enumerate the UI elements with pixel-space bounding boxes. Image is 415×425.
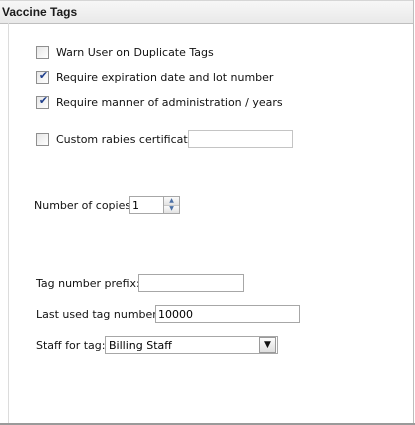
chevron-down-icon[interactable]: ▼ [259,337,276,353]
panel-title: Vaccine Tags [2,5,78,19]
checkmark-icon: ✔ [38,68,49,82]
copies-label: Number of copies: [34,198,135,212]
warn-duplicate-option[interactable]: Warn User on Duplicate Tags [36,44,214,60]
require-expiration-checkbox[interactable]: ✔ [36,68,49,84]
copies-spinner[interactable]: ▲ ▼ [129,196,180,214]
require-expiration-option[interactable]: ✔ Require expiration date and lot number [36,69,273,85]
staff-row: Staff for tag: [36,337,105,353]
tag-prefix-input[interactable] [138,274,244,292]
staff-label: Staff for tag: [36,338,106,352]
tag-prefix-label: Tag number prefix: [36,276,140,290]
warn-duplicate-label: Warn User on Duplicate Tags [56,45,214,59]
spin-up-icon[interactable]: ▲ [164,197,179,206]
panel-right-border [413,0,414,425]
staff-select[interactable]: Billing Staff ▼ [105,336,278,354]
last-tag-input[interactable] [155,305,300,323]
copies-input[interactable] [129,196,163,214]
spin-down-icon[interactable]: ▼ [164,205,179,213]
tag-prefix-row: Tag number prefix: [36,275,140,291]
staff-select-value: Billing Staff [109,338,172,352]
panel-left-border [8,23,9,423]
copies-row: Number of copies: [34,197,135,213]
require-manner-checkbox[interactable]: ✔ [36,93,49,109]
last-tag-row: Last used tag number: [36,306,160,322]
panel-header: Vaccine Tags [0,0,413,24]
vaccine-tags-panel: Vaccine Tags Warn User on Duplicate Tags… [0,0,415,425]
custom-rabies-label: Custom rabies certificate [56,132,195,146]
checkmark-icon: ✔ [38,93,49,107]
warn-duplicate-checkbox[interactable] [36,45,49,59]
custom-rabies-input[interactable] [188,130,293,148]
copies-spin-buttons: ▲ ▼ [163,196,180,214]
require-expiration-label: Require expiration date and lot number [56,70,274,84]
custom-rabies-option[interactable]: Custom rabies certificate [36,131,194,147]
require-manner-option[interactable]: ✔ Require manner of administration / yea… [36,94,283,110]
custom-rabies-checkbox[interactable] [36,132,49,146]
require-manner-label: Require manner of administration / years [56,95,283,109]
last-tag-label: Last used tag number: [36,307,161,321]
